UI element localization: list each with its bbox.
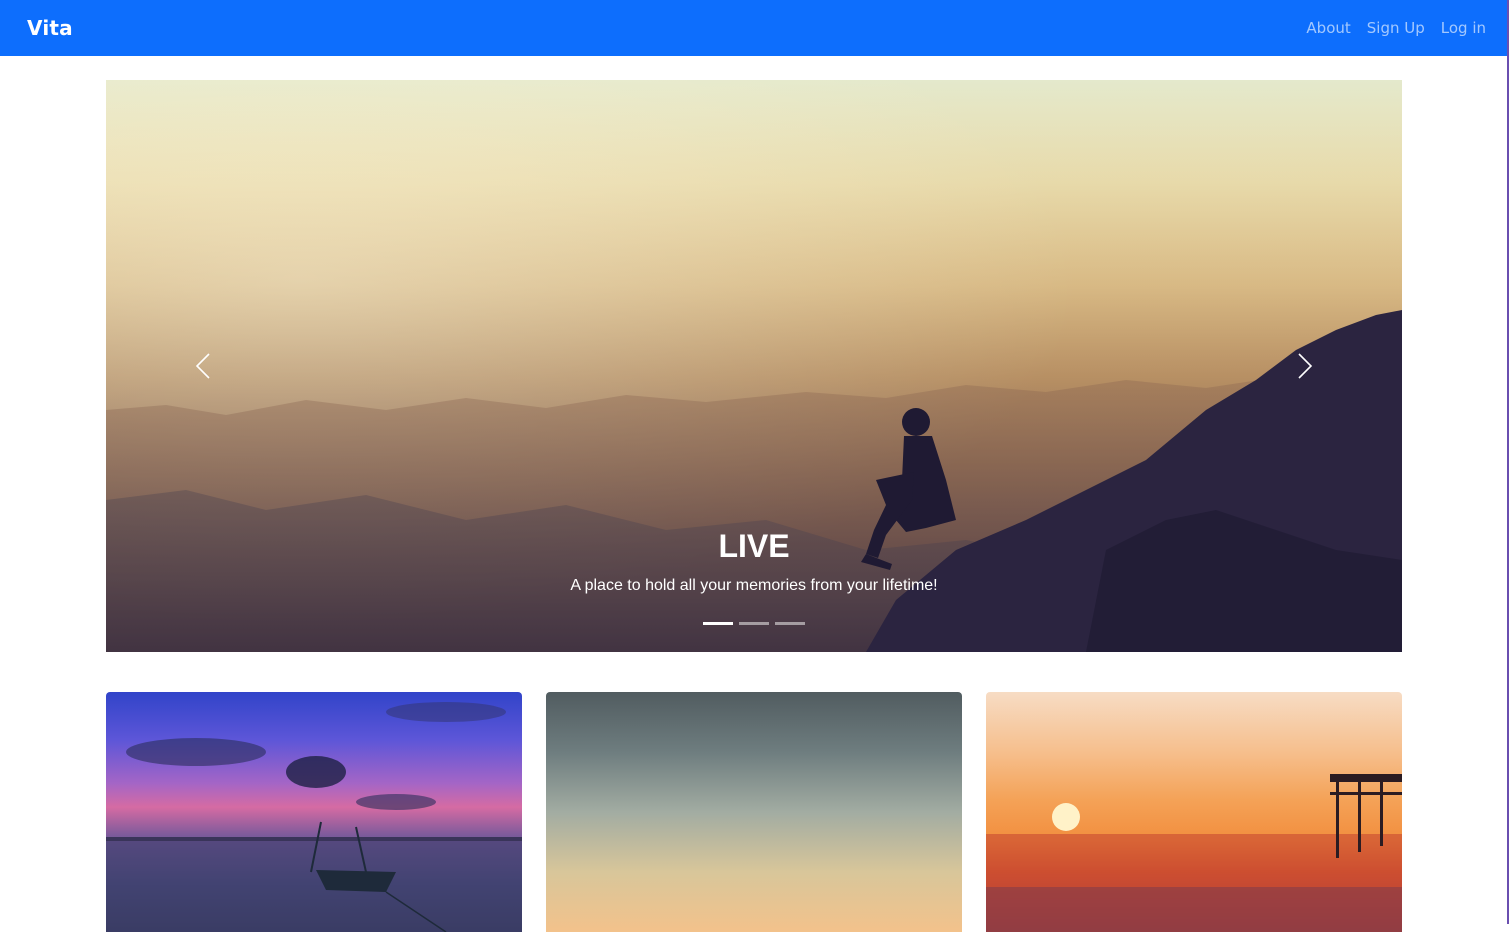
carousel-caption-title: LIVE (718, 528, 790, 564)
beach-pier-image (986, 774, 1402, 932)
nav-link-log-in[interactable]: Log in (1441, 19, 1486, 37)
carousel-indicators (106, 622, 1402, 625)
nav-links: About Sign Up Log in (1306, 19, 1486, 37)
top-navbar: Vita About Sign Up Log in (0, 0, 1507, 56)
carousel-indicator-1[interactable] (703, 622, 733, 625)
hero-carousel: LIVE A place to hold all your memories f… (106, 80, 1402, 652)
photo-card-beach-pier[interactable] (986, 692, 1402, 932)
nav-link-sign-up[interactable]: Sign Up (1367, 19, 1425, 37)
carousel-indicator-2[interactable] (739, 622, 769, 625)
carousel-caption: LIVE A place to hold all your memories f… (106, 528, 1402, 595)
carousel-indicator-3[interactable] (775, 622, 805, 625)
photo-card-lake-boat[interactable] (106, 692, 522, 932)
brand-logo-link[interactable]: Vita (27, 16, 73, 40)
nav-link-about[interactable]: About (1306, 19, 1350, 37)
chevron-right-icon (1298, 353, 1312, 379)
carousel-caption-text: A place to hold all your memories from y… (570, 577, 938, 594)
chevron-left-icon (196, 353, 210, 379)
lake-boat-image (106, 702, 522, 932)
photo-card-dusk-sky[interactable] (546, 692, 962, 932)
